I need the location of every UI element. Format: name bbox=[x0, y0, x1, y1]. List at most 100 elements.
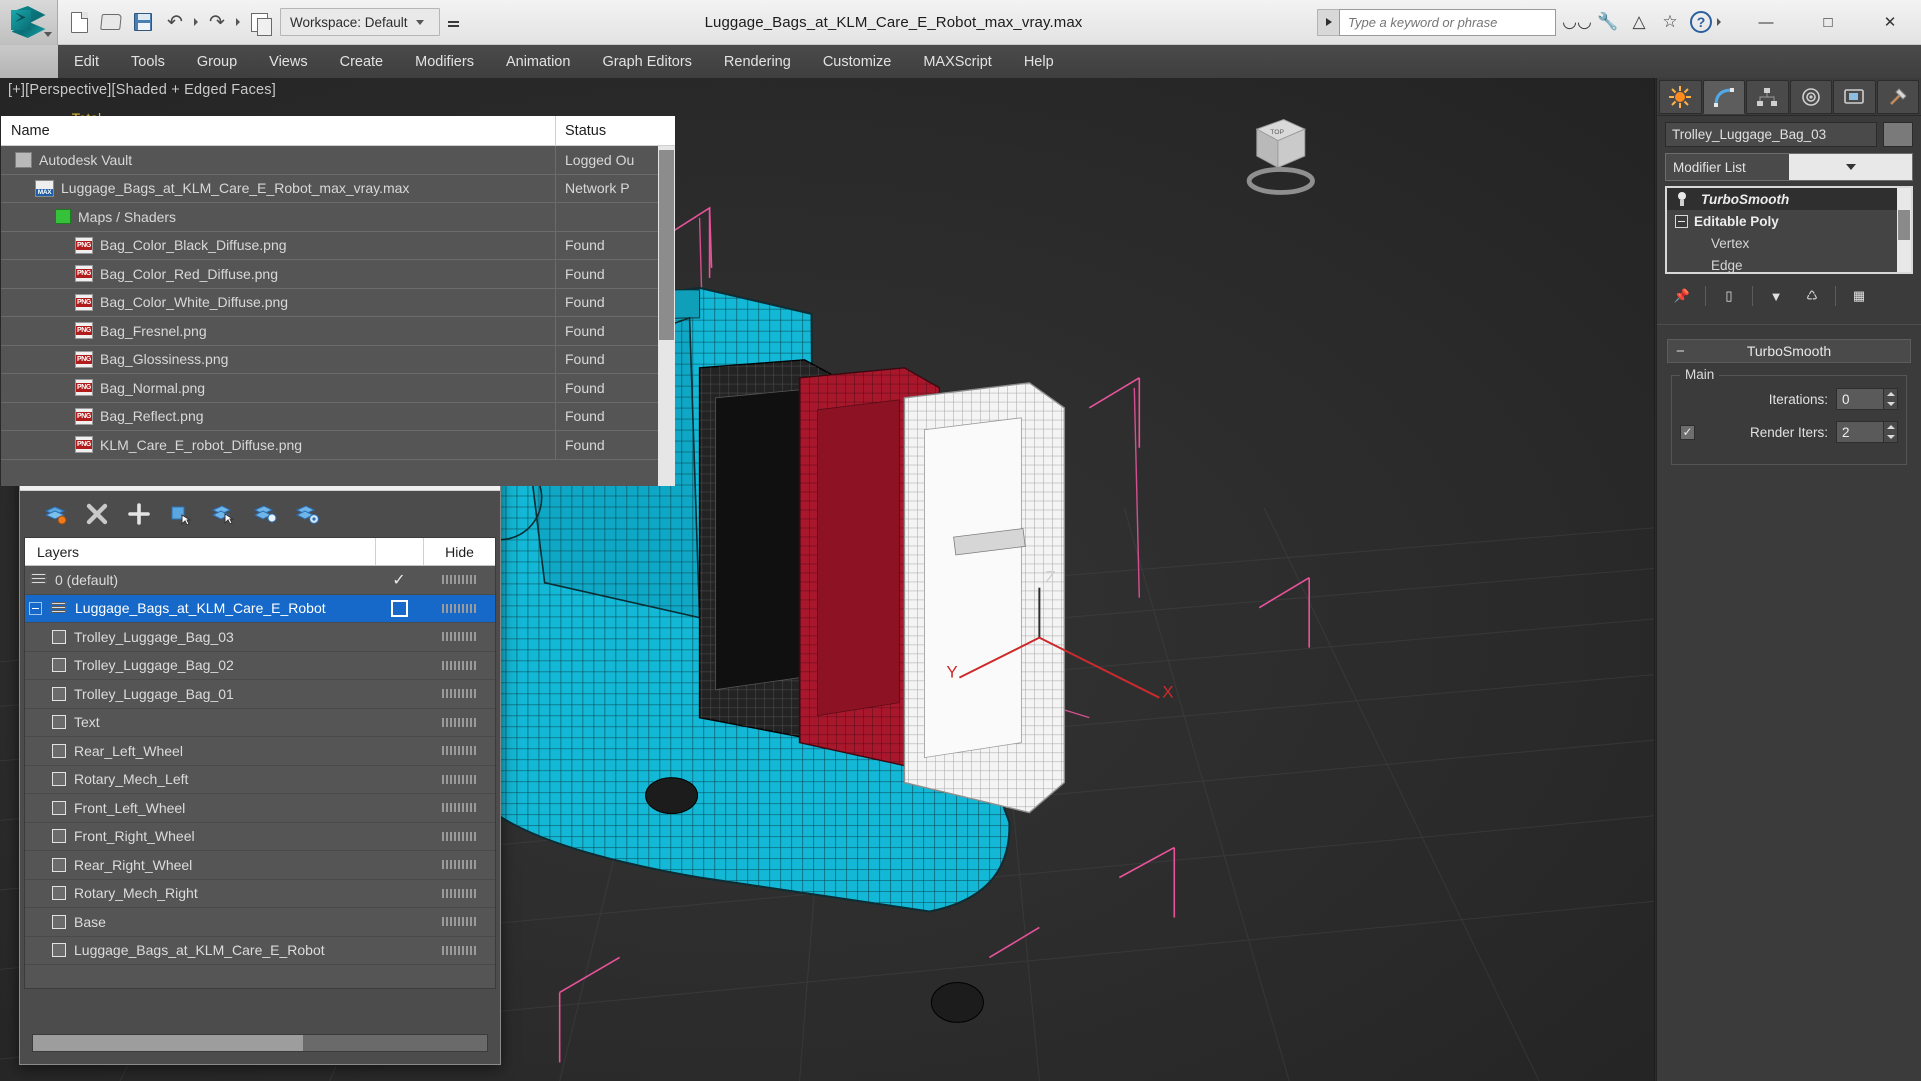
asset-row-texture[interactable]: Bag_Color_White_Diffuse.png Found bbox=[1, 288, 675, 317]
hide-toggle[interactable] bbox=[442, 575, 476, 585]
collapse-icon[interactable] bbox=[29, 601, 42, 615]
configure-modifier-sets-icon[interactable]: ▦ bbox=[1846, 284, 1872, 308]
maximize-button[interactable]: □ bbox=[1797, 0, 1859, 45]
scrollbar-thumb[interactable] bbox=[33, 1035, 303, 1051]
pin-stack-icon[interactable]: 📌 bbox=[1669, 284, 1695, 308]
object-color-swatch[interactable] bbox=[1883, 122, 1913, 147]
layer-dialog[interactable]: Layer: 0 (default) ? ✕ bbox=[19, 457, 501, 1065]
motion-tab[interactable] bbox=[1789, 80, 1832, 114]
menu-edit[interactable]: Edit bbox=[58, 45, 115, 78]
hide-toggle[interactable] bbox=[442, 860, 476, 870]
create-tab[interactable] bbox=[1659, 80, 1702, 114]
current-layer-check-icon[interactable]: ✓ bbox=[392, 570, 405, 590]
layer-row-object[interactable]: Rear_Left_Wheel bbox=[25, 737, 495, 766]
select-objects-in-layer-icon[interactable] bbox=[210, 501, 236, 527]
menu-tools[interactable]: Tools bbox=[115, 45, 181, 78]
hide-toggle[interactable] bbox=[442, 888, 476, 898]
search-expand-button[interactable] bbox=[1317, 8, 1339, 36]
hide-toggle[interactable] bbox=[442, 746, 476, 756]
menu-create[interactable]: Create bbox=[324, 45, 400, 78]
open-file-button[interactable] bbox=[96, 7, 126, 37]
column-name[interactable]: Name bbox=[1, 123, 555, 139]
hide-toggle[interactable] bbox=[442, 831, 476, 841]
new-file-button[interactable] bbox=[64, 7, 94, 37]
modifier-stack-item-edge[interactable]: Edge bbox=[1667, 254, 1911, 273]
help-button[interactable]: ? bbox=[1690, 11, 1723, 33]
iterations-stepper[interactable]: 0 bbox=[1836, 388, 1898, 410]
hide-toggle[interactable] bbox=[442, 632, 476, 642]
minimize-button[interactable]: — bbox=[1735, 0, 1797, 45]
layer-horizontal-scrollbar[interactable] bbox=[32, 1034, 488, 1052]
object-name-field[interactable]: Trolley_Luggage_Bag_03 bbox=[1665, 122, 1877, 147]
delete-layer-icon[interactable] bbox=[84, 501, 110, 527]
undo-button[interactable]: ↶ bbox=[160, 7, 190, 37]
viewport-label[interactable]: [+][Perspective][Shaded + Edged Faces] bbox=[8, 82, 276, 98]
redo-dropdown-arrow[interactable] bbox=[236, 18, 240, 26]
menu-modifiers[interactable]: Modifiers bbox=[399, 45, 490, 78]
hide-toggle[interactable] bbox=[442, 917, 476, 927]
asset-row-texture[interactable]: Bag_Normal.png Found bbox=[1, 374, 675, 403]
hide-toggle[interactable] bbox=[442, 603, 476, 613]
chevron-down-icon[interactable] bbox=[44, 31, 52, 37]
hide-toggle[interactable] bbox=[442, 660, 476, 670]
menu-animation[interactable]: Animation bbox=[490, 45, 586, 78]
layer-current-button[interactable] bbox=[390, 599, 408, 617]
menu-graph-editors[interactable]: Graph Editors bbox=[586, 45, 707, 78]
undo-dropdown-arrow[interactable] bbox=[194, 18, 198, 26]
modifier-stack-item-vertex[interactable]: Vertex bbox=[1667, 232, 1911, 254]
layer-row-object[interactable]: Front_Right_Wheel bbox=[25, 823, 495, 851]
workspace-selector[interactable]: Workspace: Default bbox=[280, 8, 440, 36]
layer-row-object[interactable]: Trolley_Luggage_Bag_03 bbox=[25, 623, 495, 652]
layer-row-object[interactable]: Rotary_Mech_Right bbox=[25, 880, 495, 908]
layer-row-object[interactable]: Base bbox=[25, 908, 495, 937]
layer-row-object[interactable]: Trolley_Luggage_Bag_01 bbox=[25, 680, 495, 709]
asset-row-texture[interactable]: Bag_Reflect.png Found bbox=[1, 402, 675, 431]
iterations-value[interactable]: 0 bbox=[1836, 388, 1884, 410]
render-iters-checkbox[interactable]: ✓ bbox=[1680, 424, 1695, 440]
stepper-buttons[interactable] bbox=[1884, 388, 1898, 410]
layer-row-object[interactable]: Luggage_Bags_at_KLM_Care_E_Robot bbox=[25, 937, 495, 965]
chevron-down-icon[interactable] bbox=[1789, 154, 1912, 180]
layer-row-object[interactable]: Front_Left_Wheel bbox=[25, 794, 495, 823]
lightbulb-icon[interactable] bbox=[1675, 191, 1689, 207]
hierarchy-tab[interactable] bbox=[1746, 80, 1789, 114]
utilities-tab[interactable] bbox=[1876, 80, 1919, 114]
menu-views[interactable]: Views bbox=[253, 45, 323, 78]
scrollbar-thumb[interactable] bbox=[1898, 210, 1910, 240]
hide-toggle[interactable] bbox=[442, 945, 476, 955]
select-layer-icon[interactable] bbox=[252, 501, 278, 527]
redo-button[interactable]: ↷ bbox=[202, 7, 232, 37]
wrench-icon[interactable]: 🔧 bbox=[1597, 11, 1619, 33]
asset-row-vault[interactable]: Autodesk Vault Logged Ou bbox=[1, 146, 675, 175]
asset-grid-vertical-scrollbar[interactable] bbox=[658, 146, 675, 486]
menu-maxscript[interactable]: MAXScript bbox=[907, 45, 1008, 78]
asset-row-texture[interactable]: KLM_Care_E_robot_Diffuse.png Found bbox=[1, 431, 675, 460]
remove-modifier-icon[interactable]: ♺ bbox=[1799, 284, 1825, 308]
set-active-layer-icon[interactable] bbox=[42, 501, 68, 527]
star-icon[interactable]: ☆ bbox=[1659, 11, 1681, 33]
layer-settings-icon[interactable] bbox=[294, 501, 320, 527]
scrollbar-thumb[interactable] bbox=[659, 150, 674, 340]
modify-tab[interactable] bbox=[1702, 80, 1745, 114]
close-button[interactable]: ✕ bbox=[1859, 0, 1921, 45]
layer-list[interactable]: Layers Hide 0 (default) ✓ Luggage_Bags_a… bbox=[24, 537, 496, 989]
render-iters-stepper[interactable]: 2 bbox=[1836, 421, 1898, 443]
hide-toggle[interactable] bbox=[442, 803, 476, 813]
binoculars-icon[interactable]: ◡◡ bbox=[1562, 11, 1592, 33]
layer-row-object[interactable]: Rotary_Mech_Left bbox=[25, 766, 495, 794]
layer-row-object[interactable]: Rear_Right_Wheel bbox=[25, 851, 495, 880]
hide-toggle[interactable] bbox=[442, 689, 476, 699]
set-project-folder-button[interactable] bbox=[244, 7, 274, 37]
menu-customize[interactable]: Customize bbox=[807, 45, 908, 78]
asset-row-max-file[interactable]: Luggage_Bags_at_KLM_Care_E_Robot_max_vra… bbox=[1, 174, 675, 203]
asset-row-texture[interactable]: Bag_Glossiness.png Found bbox=[1, 345, 675, 374]
chevron-down-icon[interactable] bbox=[1717, 18, 1721, 26]
collapse-icon[interactable] bbox=[1675, 214, 1688, 228]
layer-row-luggage-group[interactable]: Luggage_Bags_at_KLM_Care_E_Robot bbox=[25, 594, 495, 623]
display-tab[interactable] bbox=[1833, 80, 1876, 114]
hide-toggle[interactable] bbox=[442, 774, 476, 784]
asset-row-texture[interactable]: Bag_Color_Black_Diffuse.png Found bbox=[1, 231, 675, 260]
menu-rendering[interactable]: Rendering bbox=[708, 45, 807, 78]
workspace-menu-button[interactable] bbox=[442, 8, 464, 36]
render-iters-value[interactable]: 2 bbox=[1836, 421, 1884, 443]
